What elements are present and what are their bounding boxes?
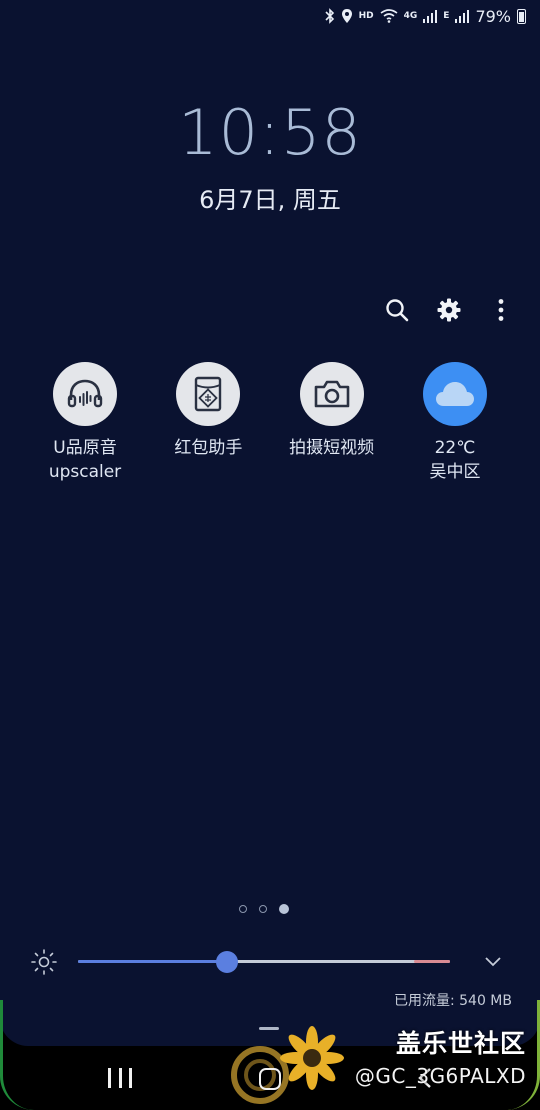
battery-icon (517, 8, 526, 24)
location-icon (341, 9, 352, 23)
hd-icon: HD (358, 11, 374, 21)
shortcut-label-line1: 拍摄短视频 (289, 438, 375, 458)
watermark-user: @GC_3G6PALXD (354, 1064, 526, 1088)
shortcut-label-line1: U品原音 (53, 438, 117, 458)
shortcut-label-line1: 红包助手 (174, 438, 243, 458)
page-dot[interactable] (239, 905, 247, 913)
panel-actions (384, 294, 514, 326)
page-dot-active[interactable] (279, 904, 289, 914)
shortcut-circle[interactable] (422, 362, 487, 426)
bluetooth-icon (325, 8, 334, 24)
shortcut-circle[interactable] (299, 362, 364, 426)
brightness-thumb[interactable] (215, 951, 238, 973)
search-button[interactable] (384, 294, 410, 326)
shortcut-label: U品原音 upscaler (49, 436, 121, 484)
camera-icon (314, 380, 349, 408)
brightness-fill (78, 960, 227, 963)
brightness-slider[interactable] (78, 951, 450, 973)
signal-icon (423, 10, 438, 23)
red-envelope-icon (195, 376, 222, 412)
gear-icon (437, 298, 461, 322)
battery-percent: 79% (475, 6, 511, 26)
weather-location: 吴中区 (429, 462, 481, 482)
recent-bar (129, 1068, 132, 1088)
shortcut-circle[interactable] (53, 362, 117, 426)
wifi-icon (380, 9, 398, 23)
shortcut-label: 红包助手 (174, 436, 242, 460)
page-dot[interactable] (259, 905, 267, 913)
home-button[interactable] (259, 1068, 281, 1090)
page-indicator (239, 904, 289, 914)
weather-temperature: 22℃ (434, 438, 476, 458)
shortcut-red-envelope[interactable]: 红包助手 (147, 362, 269, 484)
chevron-down-icon[interactable] (482, 950, 504, 972)
recent-bar (108, 1068, 111, 1088)
headphones-icon (67, 379, 103, 408)
search-icon (386, 299, 409, 322)
notification-panel: HD 4G E 79% 10:58 6月7日, 周五 U品原音 upscaler… (0, 0, 540, 1046)
more-options-button[interactable] (488, 294, 514, 326)
shortcut-row: U品原音 upscaler 红包助手 拍摄短视频 22℃ 吴中区 (24, 362, 516, 484)
brightness-warm-segment (414, 960, 450, 963)
clock-date[interactable]: 6月7日, 周五 (0, 180, 540, 215)
shortcut-label-line2: upscaler (48, 462, 122, 482)
clock-time[interactable]: 10:58 (0, 96, 540, 169)
shortcut-short-video[interactable]: 拍摄短视频 (271, 362, 393, 484)
shortcut-circle[interactable] (176, 362, 241, 426)
network-type-label: 4G (403, 11, 418, 21)
recent-bar (118, 1068, 122, 1088)
network-type-label-2: E (443, 11, 450, 21)
brightness-icon (31, 949, 57, 975)
shortcut-label: 拍摄短视频 (289, 436, 374, 460)
recent-apps-button[interactable] (108, 1068, 132, 1088)
watermark-brand: 盖乐世社区 (395, 1029, 526, 1058)
status-bar: HD 4G E 79% (325, 5, 526, 27)
more-vert-icon (498, 299, 504, 321)
cloud-icon (435, 382, 474, 406)
brightness-control (30, 948, 510, 976)
signal-icon (455, 10, 470, 23)
shortcut-weather[interactable]: 22℃ 吴中区 (394, 362, 516, 484)
shortcut-audio-upscaler[interactable]: U品原音 upscaler (24, 362, 146, 484)
settings-button[interactable] (436, 294, 462, 326)
shortcut-label: 22℃ 吴中区 (429, 436, 480, 484)
